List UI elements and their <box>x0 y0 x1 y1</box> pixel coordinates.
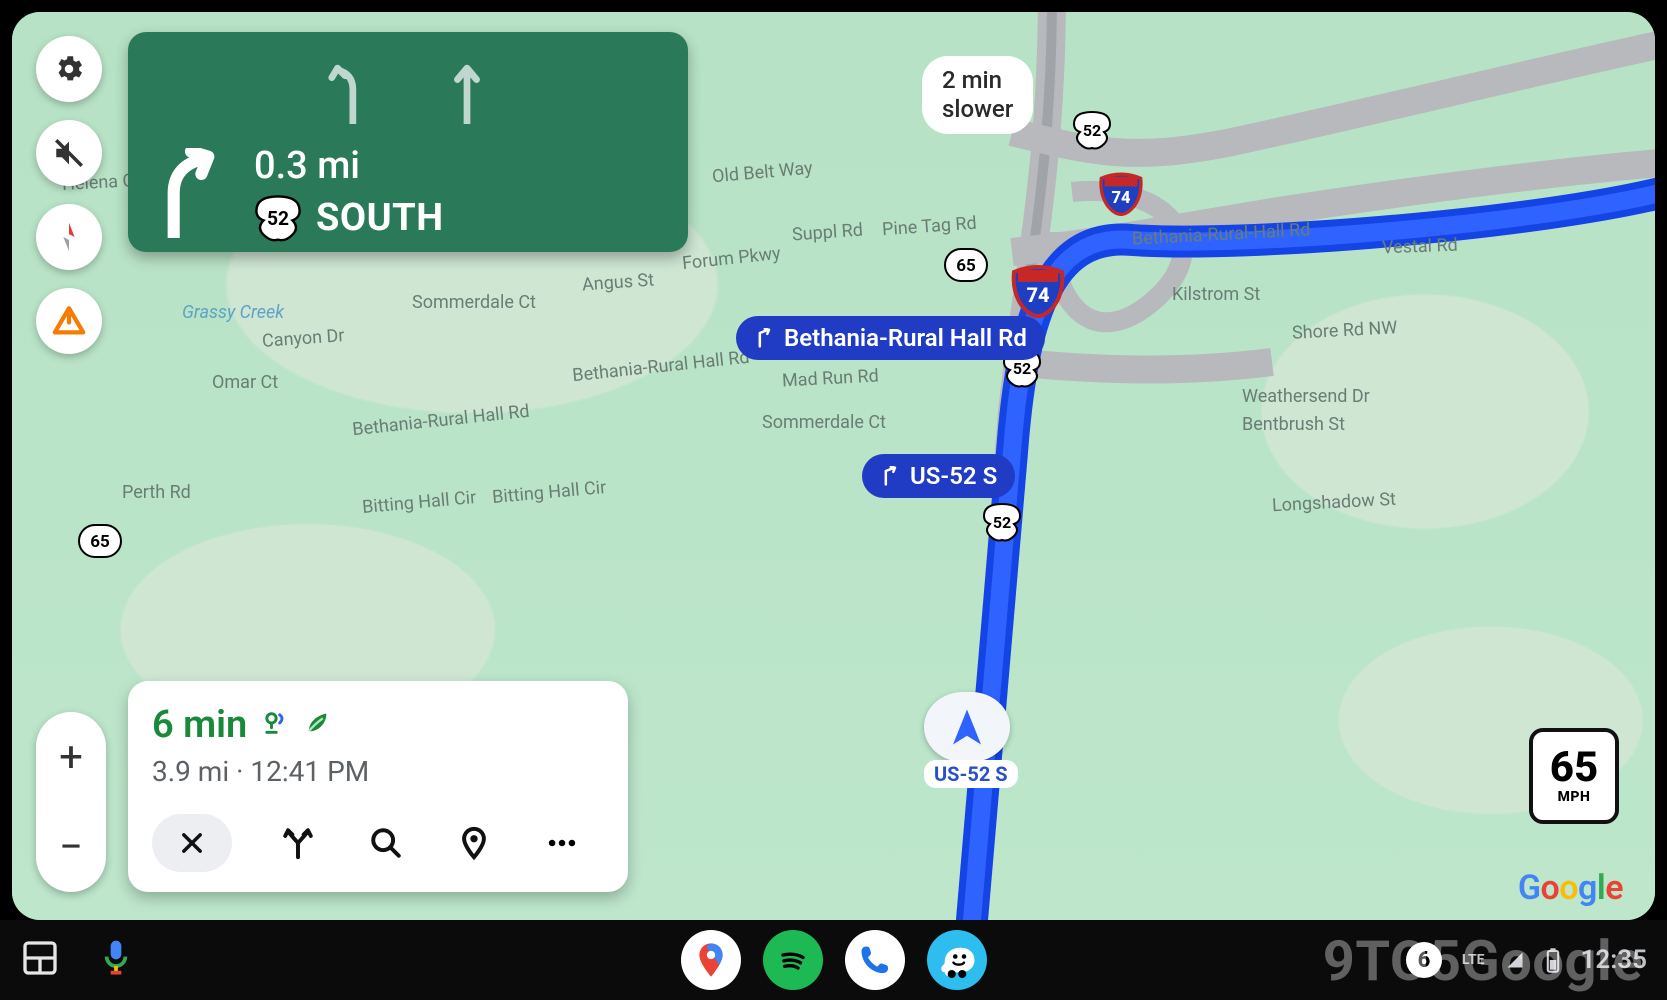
trip-summary-card[interactable]: 6 min 3.9 mi · 12:41 PM <box>128 681 628 892</box>
nav-arrow-icon <box>946 706 988 748</box>
warning-triangle-icon <box>52 304 86 338</box>
app-grid-icon <box>20 938 60 978</box>
android-auto-dock: 6 LTE 12:35 <box>0 920 1667 1000</box>
mute-button[interactable] <box>36 120 102 186</box>
trip-details-text: 3.9 mi · 12:41 PM <box>152 755 604 788</box>
eco-leaf-icon <box>303 709 331 741</box>
lane-straight-icon <box>444 62 490 124</box>
waze-app[interactable] <box>927 930 987 990</box>
state-route-shield: 65 <box>944 248 988 282</box>
speed-limit-value: 65 <box>1550 747 1598 789</box>
gear-icon <box>52 52 86 86</box>
us-route-shield: 52 <box>1072 110 1112 150</box>
current-road-label: US-52 S <box>924 760 1018 788</box>
svg-text:52: 52 <box>1013 359 1031 378</box>
lane-slight-left-icon <box>326 62 372 124</box>
compass-button[interactable] <box>36 204 102 270</box>
interstate-shield: 74 <box>1010 262 1066 318</box>
upcoming-turn-pill[interactable]: Bethania-Rural Hall Rd <box>736 316 1045 360</box>
phone-icon <box>857 942 893 978</box>
pill-text: US-52 S <box>910 462 997 490</box>
vehicle-marker[interactable] <box>924 692 1010 762</box>
battery-icon <box>1545 947 1561 973</box>
alternate-routes-button[interactable] <box>276 821 320 865</box>
more-options-button[interactable] <box>540 821 584 865</box>
alt-route-balloon[interactable]: 2 min slower <box>922 56 1033 134</box>
signal-icon <box>1505 950 1525 970</box>
alt-route-text: 2 min slower <box>942 66 1013 124</box>
zoom-out-button[interactable]: − <box>36 802 106 892</box>
maneuver-slight-right-icon <box>156 148 226 238</box>
branch-right-icon <box>754 328 774 348</box>
turn-distance-text: 0.3 mi <box>254 144 444 188</box>
gmaps-pin-icon <box>691 940 731 980</box>
us-route-shield: 52 <box>254 194 302 242</box>
settings-button[interactable] <box>36 36 102 102</box>
state-route-shield: 65 <box>78 524 122 558</box>
svg-text:52: 52 <box>993 513 1011 532</box>
end-navigation-button[interactable] <box>152 814 232 872</box>
spotify-app[interactable] <box>763 930 823 990</box>
speed-limit-sign: 65 MPH <box>1529 728 1619 824</box>
pin-icon <box>457 826 491 860</box>
microphone-icon <box>100 938 132 978</box>
trip-eta-text: 6 min <box>152 703 247 747</box>
branch-right-icon <box>880 466 900 486</box>
network-indicator: LTE <box>1462 952 1485 968</box>
report-incident-button[interactable] <box>36 288 102 354</box>
svg-text:52: 52 <box>267 207 289 230</box>
assistant-listening-icon <box>261 709 289 741</box>
next-turn-card[interactable]: 0.3 mi 52 SOUTH <box>128 32 688 252</box>
more-horiz-icon <box>545 826 579 860</box>
svg-text:65: 65 <box>956 256 976 276</box>
google-logo: Google <box>1518 868 1623 908</box>
search-along-route-button[interactable] <box>364 821 408 865</box>
route-split-icon <box>281 826 315 860</box>
map-side-controls <box>36 36 102 354</box>
destination-preview-button[interactable] <box>452 821 496 865</box>
notification-count-button[interactable]: 6 <box>1406 942 1442 978</box>
svg-text:52: 52 <box>1083 121 1101 140</box>
assistant-button[interactable] <box>100 938 132 982</box>
svg-text:74: 74 <box>1026 283 1049 307</box>
search-icon <box>369 826 403 860</box>
zoom-control: + − <box>36 712 106 892</box>
lane-guidance-row <box>156 54 660 124</box>
svg-text:74: 74 <box>1112 189 1131 208</box>
google-maps-app[interactable] <box>681 930 741 990</box>
waze-icon <box>936 939 978 981</box>
compass-icon <box>52 220 86 254</box>
app-launcher-button[interactable] <box>20 938 60 982</box>
upcoming-turn-pill[interactable]: US-52 S <box>862 454 1015 498</box>
interstate-shield: 74 <box>1098 170 1144 216</box>
volume-mute-icon <box>52 136 86 170</box>
close-icon <box>178 829 206 857</box>
map-viewport[interactable]: Helena Ct Grassy Creek Canyon Dr Omar Ct… <box>12 12 1655 920</box>
us-route-shield: 52 <box>982 502 1022 542</box>
turn-direction-text: SOUTH <box>316 196 444 240</box>
phone-app[interactable] <box>845 930 905 990</box>
zoom-in-button[interactable]: + <box>36 712 106 802</box>
speed-limit-unit: MPH <box>1558 789 1591 805</box>
pill-text: Bethania-Rural Hall Rd <box>784 324 1027 352</box>
spotify-icon <box>773 940 813 980</box>
svg-text:65: 65 <box>90 532 110 552</box>
clock: 12:35 <box>1581 945 1648 975</box>
